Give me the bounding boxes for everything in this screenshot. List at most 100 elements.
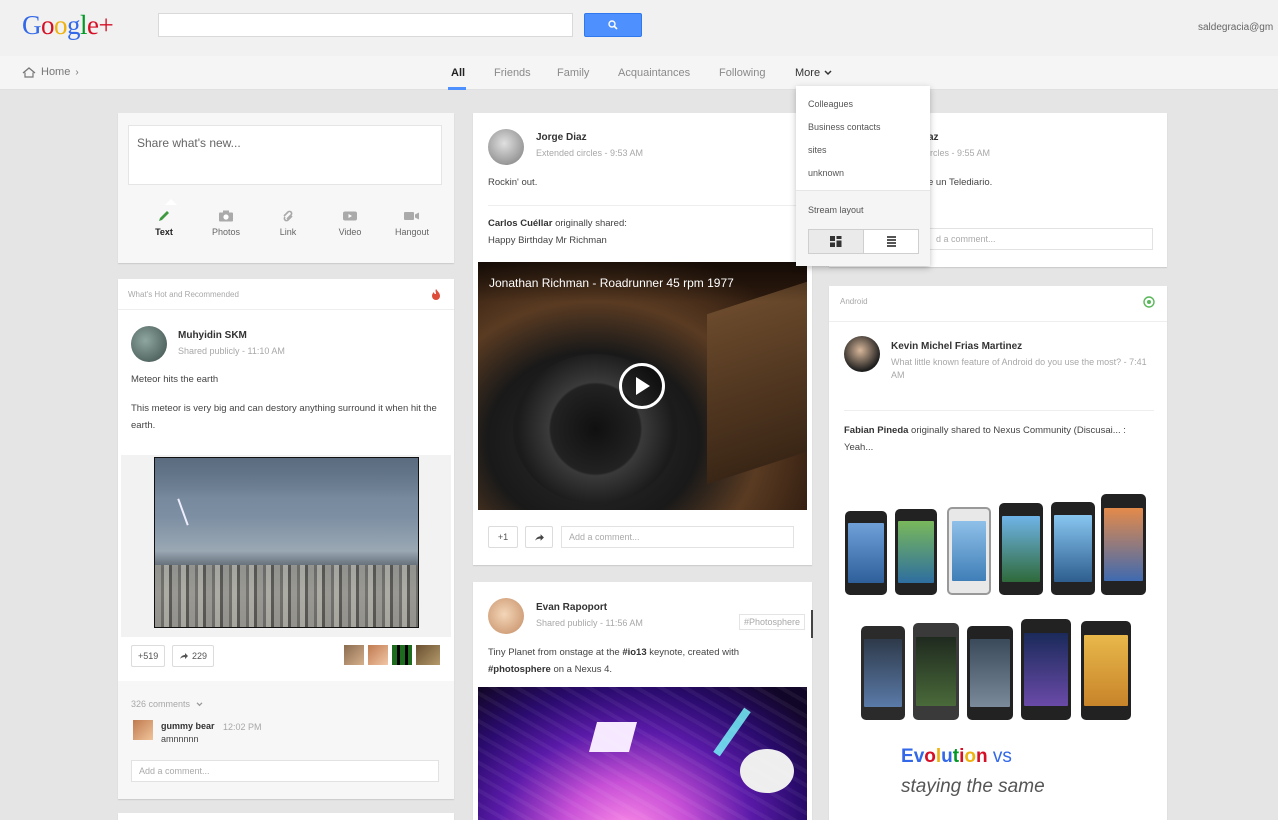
post-card-evan: Evan Rapoport Shared publicly - 11:56 AM… <box>473 582 813 820</box>
share-input[interactable]: Share what's new... <box>128 125 442 185</box>
post-author[interactable]: Muhyidin SKM <box>178 330 247 341</box>
search-button[interactable] <box>584 13 642 37</box>
camera-icon <box>219 210 233 222</box>
avatar[interactable] <box>844 336 880 372</box>
plusoner-avatar[interactable] <box>392 645 412 665</box>
divider <box>829 321 1167 322</box>
post-author[interactable]: Kevin Michel Frias Martinez <box>891 341 1022 352</box>
avatar[interactable] <box>488 598 524 634</box>
caption-letter: o <box>924 746 936 767</box>
phone-graphic <box>967 626 1013 720</box>
stream-layout-section <box>796 190 930 266</box>
post-text-part: on a Nexus 4. <box>550 664 613 675</box>
reshare-author[interactable]: Fabian Pineda <box>844 425 908 436</box>
share-button[interactable] <box>525 526 553 548</box>
post-text: Tiny Planet from onstage at the #io13 ke… <box>488 644 798 678</box>
tab-more[interactable]: More <box>795 67 832 79</box>
reshare-attribution: Carlos Cuéllar originally shared: <box>488 215 627 232</box>
avatar[interactable] <box>133 720 153 740</box>
post-meta: Extended circles - 9:53 AM <box>536 148 644 158</box>
phones-image[interactable]: Evolution vs staying the same <box>829 476 1167 820</box>
post-meta: Shared publicly - 11:56 AM <box>536 618 643 628</box>
menu-item-business-contacts[interactable]: Business contacts <box>808 122 881 132</box>
phone-graphic <box>913 623 959 720</box>
user-email[interactable]: saldegracia@gm <box>1198 22 1278 33</box>
phone-graphic <box>1051 502 1095 595</box>
tab-acquaintances[interactable]: Acquaintances <box>618 67 690 79</box>
menu-item-colleagues[interactable]: Colleagues <box>808 99 853 109</box>
caption-line-2: staying the same <box>901 776 1045 797</box>
post-author[interactable]: Jorge Diaz <box>536 132 587 143</box>
phone-graphic <box>845 511 887 595</box>
video-title[interactable]: Jonathan Richman - Roadrunner 45 rpm 197… <box>489 276 734 290</box>
post-text: Rockin' out. <box>488 177 538 188</box>
plusoner-avatar[interactable] <box>344 645 364 665</box>
plusoner-avatar[interactable] <box>368 645 388 665</box>
avatar[interactable] <box>131 326 167 362</box>
share-link-button[interactable]: Link <box>257 205 319 237</box>
caption-line-1: Evolution vs <box>901 746 1012 768</box>
hangout-camera-icon <box>404 212 419 220</box>
commenter-name[interactable]: gummy bear <box>161 721 215 731</box>
play-button[interactable] <box>619 363 665 409</box>
reshare-attribution: Fabian Pineda originally shared to Nexus… <box>844 422 1156 439</box>
hashtag-chip[interactable]: #Photosphere <box>739 614 806 630</box>
tab-all[interactable]: All <box>451 67 465 79</box>
reshare-text: Yeah... <box>844 442 874 453</box>
comment-input[interactable]: Add a comment... <box>561 526 794 548</box>
tab-friends[interactable]: Friends <box>494 67 531 79</box>
stream-nav-bar: Home › All Friends Family Acquaintances … <box>0 56 1278 90</box>
tiny-planet-photo[interactable] <box>478 687 807 820</box>
hashtag-link[interactable]: #photosphere <box>488 664 551 675</box>
stream-layout-toggle <box>808 229 919 254</box>
share-button[interactable]: 229 <box>172 645 215 667</box>
plus-one-button[interactable]: +1 <box>488 526 518 548</box>
android-community-icon[interactable] <box>1143 296 1155 308</box>
meteor-photo[interactable] <box>154 457 419 628</box>
share-photos-label: Photos <box>211 227 241 237</box>
divider <box>488 205 798 206</box>
caption-letter: E <box>901 746 914 767</box>
menu-item-unknown[interactable]: unknown <box>808 168 844 178</box>
comments-count-label: 326 comments <box>131 699 191 709</box>
share-text-label: Text <box>155 227 173 237</box>
menu-item-sites[interactable]: sites <box>808 145 827 155</box>
share-arrow-icon <box>534 533 544 541</box>
post-author[interactable]: Evan Rapoport <box>536 602 607 613</box>
reshare-author[interactable]: Carlos Cuéllar <box>488 218 552 229</box>
multi-column-layout-button[interactable] <box>809 230 864 253</box>
comment-time: 12:02 PM <box>223 722 262 732</box>
comment-input[interactable]: d a comment... <box>928 228 1153 250</box>
google-plus-logo[interactable]: Google+ <box>22 10 114 41</box>
share-photos-button[interactable]: Photos <box>195 205 257 237</box>
video-thumbnail[interactable]: Jonathan Richman - Roadrunner 45 rpm 197… <box>478 262 807 510</box>
hashtag-link[interactable]: #io13 <box>622 647 646 658</box>
post-card-jorge: Jorge Diaz Extended circles - 9:53 AM Ro… <box>473 113 812 565</box>
single-column-layout-button[interactable] <box>864 230 918 253</box>
next-post-card <box>118 813 454 820</box>
avatar[interactable] <box>488 129 524 165</box>
post-text: e un Telediario. <box>928 177 993 188</box>
search-input[interactable] <box>158 13 573 37</box>
columns-icon <box>830 236 842 247</box>
hot-icon[interactable] <box>431 288 441 300</box>
comment-input[interactable]: Add a comment... <box>131 760 439 782</box>
home-menu[interactable]: Home › <box>22 66 79 78</box>
comments-count[interactable]: 326 comments <box>131 699 203 709</box>
share-hangout-button[interactable]: Hangout <box>381 205 443 237</box>
phone-graphic <box>1021 619 1071 720</box>
plusoner-avatar[interactable] <box>416 645 440 665</box>
more-label: More <box>795 67 821 79</box>
share-video-label: Video <box>338 227 362 237</box>
phone-graphic <box>947 507 991 595</box>
home-label: Home <box>41 66 71 78</box>
share-count: 229 <box>192 651 208 661</box>
plus-one-button[interactable]: +519 <box>131 645 166 667</box>
caption-rest: vs <box>987 746 1012 767</box>
share-video-button[interactable]: Video <box>319 205 381 237</box>
tab-following[interactable]: Following <box>719 67 765 79</box>
post-text-line: Meteor hits the earth <box>131 374 219 385</box>
post-text-part: keynote, created with <box>646 647 740 658</box>
tab-family[interactable]: Family <box>557 67 589 79</box>
share-text-button[interactable]: Text <box>133 205 195 237</box>
